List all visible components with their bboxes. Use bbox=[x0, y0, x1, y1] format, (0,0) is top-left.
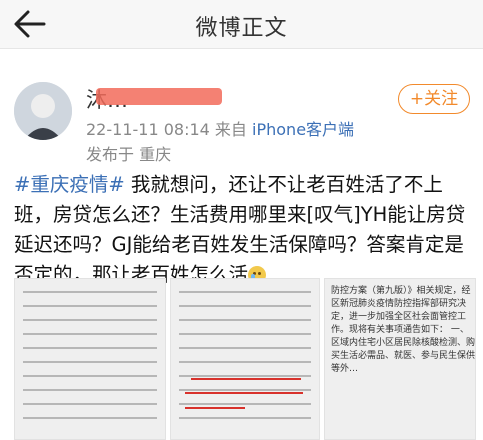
page-title: 微博正文 bbox=[195, 16, 288, 41]
follow-button[interactable]: +关注 bbox=[398, 84, 470, 114]
avatar[interactable] bbox=[14, 82, 72, 140]
post-time: 22-11-11 08:14 bbox=[86, 120, 210, 139]
published-location: 发布于 重庆 bbox=[86, 145, 172, 164]
post-meta: 22-11-11 08:14 来自 iPhone客户端 bbox=[86, 116, 354, 140]
image-gallery: 防控方案（第九版）》相关规定，经区新冠肺炎疫情防控指挥部研究决定，进一步加强全区… bbox=[14, 278, 476, 440]
post-content: #重庆疫情# 我就想问，还让不让老百姓活了不上班，房贷怎么还？生活费用哪里来[叹… bbox=[14, 170, 474, 290]
post-image-3[interactable]: 防控方案（第九版）》相关规定，经区新冠肺炎疫情防控指挥部研究决定，进一步加强全区… bbox=[324, 278, 476, 440]
post-image-2[interactable] bbox=[170, 278, 320, 440]
source-prefix: 来自 bbox=[214, 120, 247, 139]
redaction-mark bbox=[96, 88, 222, 105]
hashtag-link[interactable]: #重庆疫情# bbox=[14, 173, 125, 196]
avatar-image bbox=[14, 82, 72, 140]
post-source[interactable]: iPhone客户端 bbox=[252, 120, 354, 139]
post-image-1[interactable] bbox=[14, 278, 166, 440]
image-3-text: 防控方案（第九版）》相关规定，经区新冠肺炎疫情防控指挥部研究决定，进一步加强全区… bbox=[331, 286, 476, 374]
top-nav-bar: 微博正文 bbox=[0, 0, 483, 49]
